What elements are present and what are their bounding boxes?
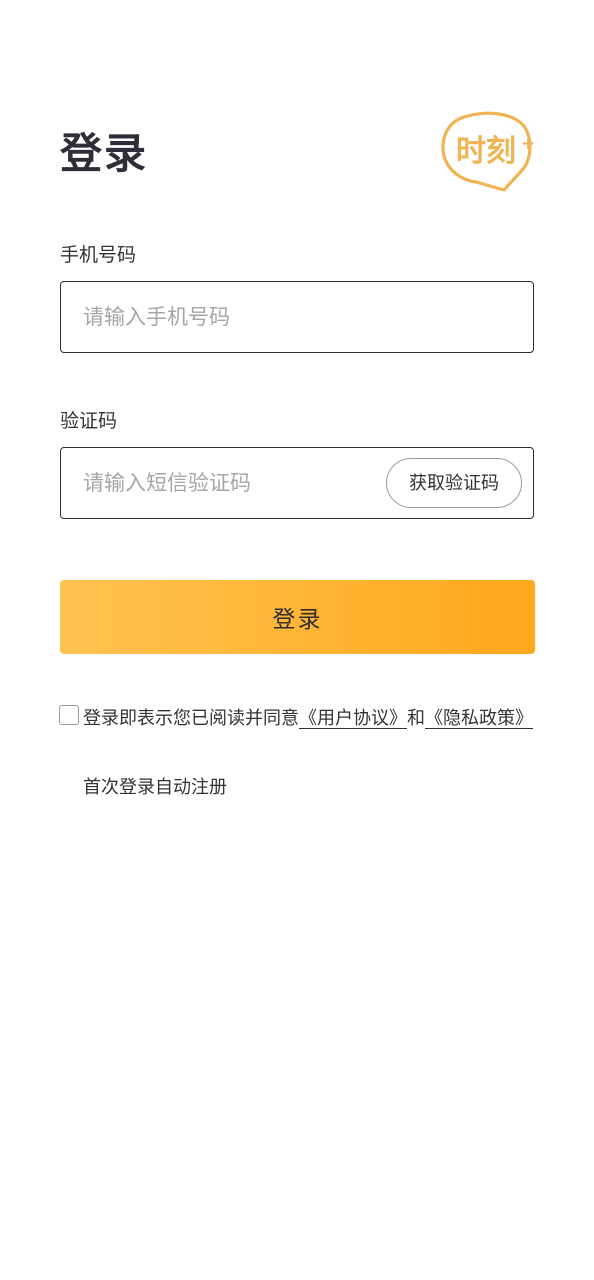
logo-text: 时刻 <box>456 134 516 169</box>
sms-code-input[interactable] <box>83 448 363 517</box>
page-title: 登录 <box>60 129 149 178</box>
user-agreement-link[interactable]: 《用户协议》 <box>299 708 407 729</box>
auto-register-note: 首次登录自动注册 <box>83 777 227 798</box>
agreement-checkbox[interactable] <box>59 705 79 725</box>
logo-plus-icon: + <box>521 134 535 154</box>
agreement-conjunction: 和 <box>407 708 425 729</box>
app-logo-mark: 时刻 + <box>441 111 535 192</box>
login-button[interactable]: 登录 <box>60 580 535 654</box>
privacy-policy-link[interactable]: 《隐私政策》 <box>425 708 533 729</box>
code-field-box: 获取验证码 <box>60 447 534 519</box>
login-page: 登录 时刻 + 手机号码 验证码 获取验证码 登录 登录即表示您已阅读并同意《用… <box>0 0 594 1280</box>
get-code-button[interactable]: 获取验证码 <box>386 458 522 508</box>
phone-field-box <box>60 281 534 353</box>
phone-label: 手机号码 <box>60 244 137 266</box>
app-logo: 时刻 + <box>438 108 538 196</box>
code-label: 验证码 <box>60 410 118 432</box>
agreement-prefix: 登录即表示您已阅读并同意 <box>83 708 299 729</box>
phone-input[interactable] <box>83 282 513 351</box>
agreement-text: 登录即表示您已阅读并同意《用户协议》和《隐私政策》 <box>83 703 535 734</box>
